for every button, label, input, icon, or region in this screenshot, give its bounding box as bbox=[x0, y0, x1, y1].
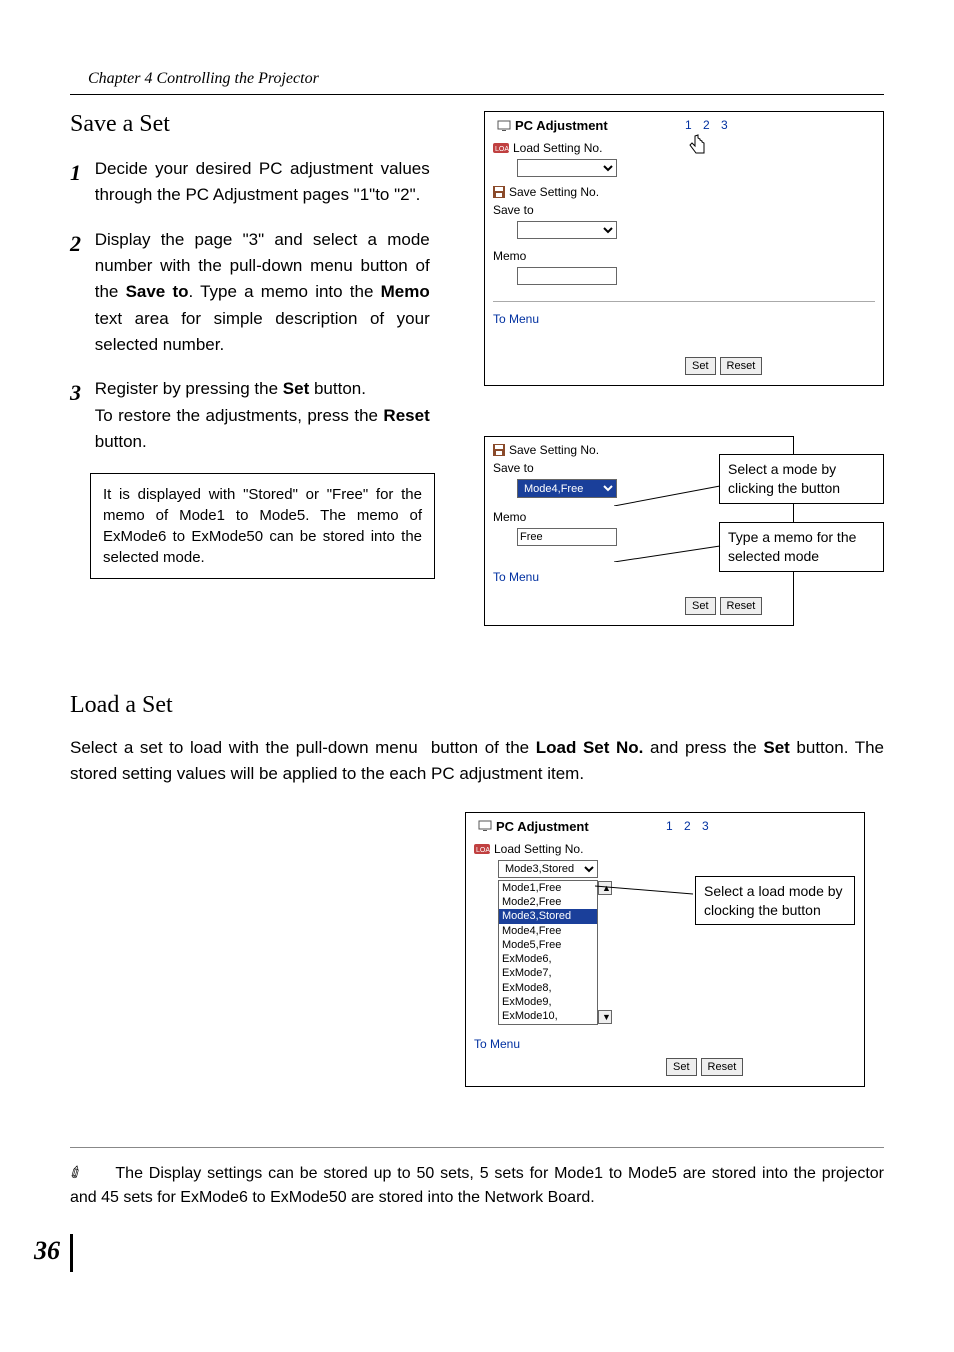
set-button[interactable]: Set bbox=[685, 357, 716, 375]
scroll-up-icon[interactable]: ▲ bbox=[598, 881, 612, 895]
list-item[interactable]: Mode2,Free bbox=[499, 895, 597, 909]
reset-button[interactable]: Reset bbox=[701, 1058, 744, 1076]
pencil-icon: ✐ bbox=[65, 1160, 89, 1187]
callout-select-load-mode: Select a load mode by clocking the butto… bbox=[695, 876, 855, 926]
list-item[interactable]: ExMode9, bbox=[499, 995, 597, 1009]
page-links[interactable]: 1 2 3 bbox=[666, 819, 713, 833]
save-icon bbox=[493, 186, 505, 198]
step-number: 1 bbox=[70, 156, 90, 190]
set-button[interactable]: Set bbox=[666, 1058, 697, 1076]
hand-cursor-icon bbox=[685, 130, 715, 163]
section-title-save: Save a Set bbox=[70, 111, 435, 138]
save-setting-label: Save Setting No. bbox=[509, 185, 599, 199]
reset-button[interactable]: Reset bbox=[720, 357, 763, 375]
memo-label: Memo bbox=[493, 249, 875, 263]
monitor-icon bbox=[478, 820, 492, 832]
section-title-load: Load a Set bbox=[70, 692, 884, 719]
callout-type-memo: Type a memo for the selected mode bbox=[719, 522, 884, 572]
page-number: 36 bbox=[30, 1234, 73, 1272]
save-to-select[interactable]: Mode4,Free bbox=[517, 479, 617, 498]
memo-input[interactable] bbox=[517, 528, 617, 546]
list-item[interactable]: ExMode8, bbox=[499, 981, 597, 995]
save-icon bbox=[493, 444, 505, 456]
load-icon: LOAD bbox=[493, 143, 509, 153]
pc-adjustment-panel-3: PC Adjustment 1 2 3 LOAD Load Setting No… bbox=[465, 812, 865, 1087]
step-number: 3 bbox=[70, 376, 90, 410]
save-setting-label: Save Setting No. bbox=[509, 443, 599, 457]
list-item[interactable]: ExMode7, bbox=[499, 966, 597, 980]
load-icon: LOAD bbox=[474, 844, 490, 854]
load-section-text: Select a set to load with the pull-down … bbox=[70, 735, 884, 788]
list-item[interactable]: ExMode6, bbox=[499, 952, 597, 966]
load-setting-label: Load Setting No. bbox=[513, 141, 602, 155]
step-text: Register by pressing the Set button.To r… bbox=[95, 376, 430, 455]
panel-title: PC Adjustment bbox=[496, 819, 589, 834]
step-1: 1 Decide your desired PC adjustment valu… bbox=[70, 156, 435, 209]
load-setting-dropdown[interactable]: ▲ Mode1,Free Mode2,Free Mode3,Stored Mod… bbox=[498, 880, 598, 1025]
monitor-icon bbox=[497, 120, 511, 132]
step-text: Display the page "3" and select a mode n… bbox=[95, 227, 430, 359]
step-2: 2 Display the page "3" and select a mode… bbox=[70, 227, 435, 359]
panel-title: PC Adjustment bbox=[515, 118, 608, 133]
save-to-select[interactable] bbox=[517, 221, 617, 239]
load-setting-select[interactable] bbox=[517, 159, 617, 177]
to-menu-link[interactable]: To Menu bbox=[474, 1037, 520, 1051]
list-item[interactable]: ExMode10, bbox=[499, 1009, 597, 1023]
note-box: It is displayed with "Stored" or "Free" … bbox=[90, 473, 435, 579]
to-menu-link[interactable]: To Menu bbox=[493, 312, 539, 326]
list-item[interactable]: Mode1,Free bbox=[499, 881, 597, 895]
list-item[interactable]: Mode4,Free bbox=[499, 924, 597, 938]
step-number: 2 bbox=[70, 227, 90, 261]
load-setting-select[interactable]: Mode3,Stored bbox=[498, 860, 598, 878]
callout-select-mode: Select a mode by clicking the button bbox=[719, 454, 884, 504]
save-to-label: Save to bbox=[493, 203, 875, 217]
load-setting-label: Load Setting No. bbox=[494, 842, 583, 856]
set-button[interactable]: Set bbox=[685, 597, 716, 615]
list-item[interactable]: Mode3,Stored bbox=[499, 909, 597, 923]
list-item[interactable]: Mode5,Free bbox=[499, 938, 597, 952]
scroll-down-icon[interactable]: ▼ bbox=[598, 1010, 612, 1024]
reset-button[interactable]: Reset bbox=[720, 597, 763, 615]
step-3: 3 Register by pressing the Set button.To… bbox=[70, 376, 435, 455]
svg-text:LOAD: LOAD bbox=[495, 146, 509, 153]
step-text: Decide your desired PC adjustment values… bbox=[95, 156, 430, 209]
to-menu-link[interactable]: To Menu bbox=[493, 570, 539, 584]
footer-note: ✐The Display settings can be stored up t… bbox=[70, 1147, 884, 1210]
chapter-header: Chapter 4 Controlling the Projector bbox=[70, 70, 884, 95]
memo-input[interactable] bbox=[517, 267, 617, 285]
pc-adjustment-panel-1: PC Adjustment 1 2 3 LOAD Load Setting No… bbox=[484, 111, 884, 386]
svg-text:LOAD: LOAD bbox=[476, 847, 490, 854]
